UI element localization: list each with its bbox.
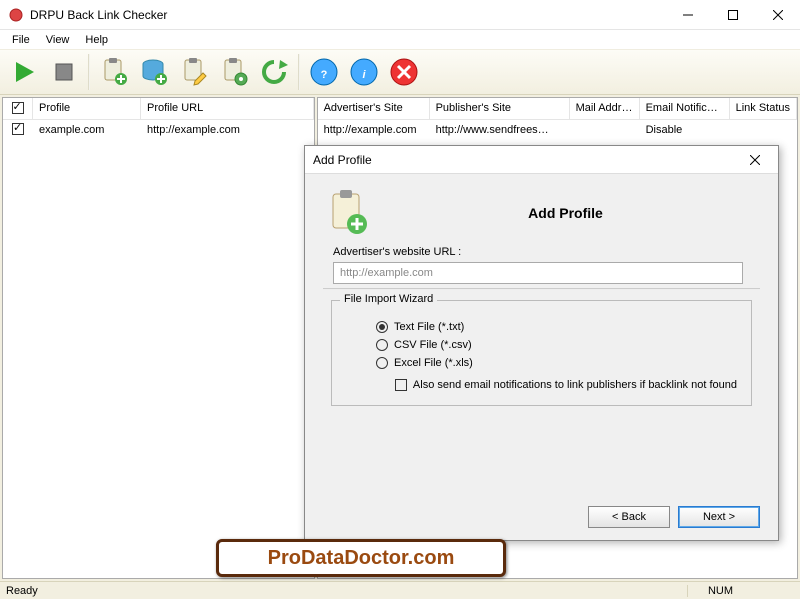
next-button[interactable]: Next > <box>678 506 760 528</box>
info-button[interactable]: i <box>345 53 383 91</box>
menubar: File View Help <box>0 30 800 50</box>
maximize-button[interactable] <box>710 0 755 30</box>
minimize-button[interactable] <box>665 0 710 30</box>
col-publisher[interactable]: Publisher's Site <box>430 98 570 119</box>
edit-profile-button[interactable] <box>175 53 213 91</box>
dialog-title: Add Profile <box>313 153 740 167</box>
dialog-header: Add Profile <box>371 205 760 221</box>
radio-icon <box>376 339 388 351</box>
menu-view[interactable]: View <box>38 32 78 48</box>
dialog-titlebar: Add Profile <box>305 146 778 174</box>
menu-file[interactable]: File <box>4 32 38 48</box>
col-profile-url[interactable]: Profile URL <box>141 98 314 119</box>
toolbar-separator <box>88 54 90 90</box>
status-num: NUM <box>687 585 753 597</box>
titlebar: DRPU Back Link Checker <box>0 0 800 30</box>
svg-text:?: ? <box>321 69 328 81</box>
statusbar: Ready NUM <box>0 581 800 599</box>
radio-icon <box>376 357 388 369</box>
radio-icon <box>376 321 388 333</box>
row-checkbox[interactable] <box>12 123 24 135</box>
add-profile-button[interactable] <box>95 53 133 91</box>
status-ready: Ready <box>6 585 687 597</box>
close-button[interactable] <box>755 0 800 30</box>
col-profile[interactable]: Profile <box>33 98 141 119</box>
links-grid-header: Advertiser's Site Publisher's Site Mail … <box>318 98 797 120</box>
refresh-button[interactable] <box>255 53 293 91</box>
col-advertiser[interactable]: Advertiser's Site <box>318 98 430 119</box>
dialog-close-button[interactable] <box>740 148 770 172</box>
database-button[interactable] <box>135 53 173 91</box>
profile-grid-header: Profile Profile URL <box>3 98 314 120</box>
profile-panel: Profile Profile URL example.com http://e… <box>2 97 315 579</box>
stop-button[interactable] <box>45 53 83 91</box>
toolbar-separator <box>298 54 300 90</box>
radio-excel-file[interactable]: Excel File (*.xls) <box>376 357 737 369</box>
url-label: Advertiser's website URL : <box>333 246 760 258</box>
settings-profile-button[interactable] <box>215 53 253 91</box>
delete-button[interactable] <box>385 53 423 91</box>
divider <box>323 288 760 290</box>
advertiser-url-input[interactable] <box>333 262 743 284</box>
col-mail[interactable]: Mail Address <box>570 98 640 119</box>
back-button[interactable]: < Back <box>588 506 670 528</box>
col-link-status[interactable]: Link Status <box>730 98 797 119</box>
checkbox-icon <box>395 379 407 391</box>
window-title: DRPU Back Link Checker <box>30 8 665 22</box>
checkbox-email-notify[interactable]: Also send email notifications to link pu… <box>376 379 737 391</box>
clipboard-add-icon <box>323 188 371 239</box>
col-checkbox[interactable] <box>3 98 33 119</box>
app-icon <box>8 7 24 23</box>
radio-csv-file[interactable]: CSV File (*.csv) <box>376 339 737 351</box>
file-import-fieldset: File Import Wizard Text File (*.txt) CSV… <box>331 300 752 406</box>
add-profile-dialog: Add Profile Add Profile Advertiser's web… <box>304 145 779 541</box>
fieldset-legend: File Import Wizard <box>340 293 437 305</box>
radio-text-file[interactable]: Text File (*.txt) <box>376 321 737 333</box>
watermark-logo: ProDataDoctor.com <box>216 539 506 577</box>
play-button[interactable] <box>5 53 43 91</box>
toolbar: ? i <box>0 50 800 95</box>
cell-url: http://example.com <box>141 122 314 138</box>
help-button[interactable]: ? <box>305 53 343 91</box>
table-row[interactable]: http://example.com http://www.sendfrees…… <box>318 120 797 140</box>
cell-profile: example.com <box>33 122 141 138</box>
col-notification[interactable]: Email Notification <box>640 98 730 119</box>
menu-help[interactable]: Help <box>77 32 116 48</box>
table-row[interactable]: example.com http://example.com <box>3 120 314 140</box>
